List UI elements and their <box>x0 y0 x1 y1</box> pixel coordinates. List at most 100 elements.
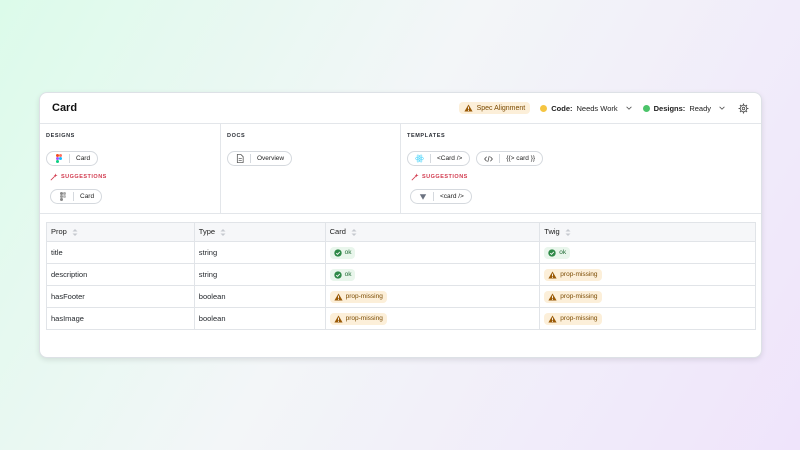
templates-suggestions-label: SUGGESTIONS <box>422 174 468 180</box>
twig-status-cell: prop-missing <box>539 285 756 308</box>
template-chip-label: <Card /> <box>437 155 463 162</box>
warning-icon <box>548 314 557 323</box>
page-title: Card <box>52 102 78 114</box>
chip-divider <box>430 154 431 163</box>
warning-icon <box>463 104 473 112</box>
type-cell: string <box>193 241 326 264</box>
prop-cell: title <box>46 241 195 264</box>
status-badge-label: ok <box>344 271 352 278</box>
status-badge-ok: ok <box>544 246 571 259</box>
props-table: Prop Type Card Twig title string ok ok descr… <box>46 222 756 330</box>
status-badge-prop-missing: prop-missing <box>329 290 387 303</box>
design-suggestion-chip-card[interactable]: Card <box>50 189 103 204</box>
designs-status-value: Ready <box>689 103 711 113</box>
templates-section: TEMPLATES <Card /> {{> card }} SUGGESTIO… <box>401 124 761 213</box>
prop-cell: hasImage <box>46 307 195 330</box>
type-cell: string <box>193 263 326 286</box>
table-row: hasFooter boolean prop-missing prop-missing <box>46 285 756 308</box>
sort-icon[interactable] <box>220 228 226 237</box>
template-chip-label: {{> card }} <box>506 155 536 162</box>
template-chip-twig[interactable]: {{> card }} <box>476 151 544 166</box>
check-circle-icon <box>333 248 342 257</box>
designs-section: DESIGNS Card SUGGESTIONS Card <box>40 124 221 213</box>
warning-icon <box>334 292 343 301</box>
warning-icon <box>334 314 343 323</box>
code-status-label: Code: <box>551 103 573 113</box>
react-icon <box>415 154 424 163</box>
status-badge-ok: ok <box>329 246 356 259</box>
status-badge-label: prop-missing <box>345 315 383 322</box>
spec-alignment-badge[interactable]: Spec Alignment <box>458 102 531 114</box>
chip-divider <box>433 192 434 201</box>
twig-icon <box>418 192 427 201</box>
status-badge-prop-missing: prop-missing <box>544 268 602 281</box>
type-cell: boolean <box>193 307 326 330</box>
prop-cell: description <box>46 263 195 286</box>
card-status-cell: prop-missing <box>324 307 541 330</box>
status-badge-label: prop-missing <box>560 293 598 300</box>
figma-icon <box>58 192 67 201</box>
designs-status-dropdown[interactable]: Designs: Ready <box>642 103 726 113</box>
chip-divider <box>69 154 70 163</box>
sort-icon[interactable] <box>351 228 357 237</box>
column-header-twig[interactable]: Twig <box>539 222 756 242</box>
card-status-cell: prop-missing <box>324 285 541 308</box>
status-badge-prop-missing: prop-missing <box>544 312 602 325</box>
status-badge-label: prop-missing <box>345 293 383 300</box>
type-cell: boolean <box>193 285 326 308</box>
code-status-dot <box>540 104 548 112</box>
designs-section-label: DESIGNS <box>46 133 75 139</box>
table-row: description string ok prop-missing <box>46 263 756 286</box>
docs-section: DOCS Overview <box>221 124 401 213</box>
header-status-bar: Spec Alignment Code: Needs Work Designs:… <box>458 102 749 114</box>
props-table-container: Prop Type Card Twig title string ok ok descr… <box>46 222 756 330</box>
status-badge-label: prop-missing <box>560 271 598 278</box>
spec-alignment-label: Spec Alignment <box>476 104 526 112</box>
doc-chip-label: Overview <box>257 155 285 162</box>
column-header-label: Type <box>198 227 216 237</box>
code-status-value: Needs Work <box>576 103 618 113</box>
template-chip-react[interactable]: <Card /> <box>407 151 471 166</box>
table-header-row: Prop Type Card Twig <box>46 222 756 242</box>
sort-icon[interactable] <box>72 228 78 237</box>
document-icon <box>235 154 244 163</box>
chip-divider <box>499 154 501 163</box>
table-row: hasImage boolean prop-missing prop-missing <box>46 307 756 330</box>
card-header: Card Spec Alignment Code: Needs Work Des… <box>40 93 761 124</box>
component-card: Card Spec Alignment Code: Needs Work Des… <box>39 92 762 358</box>
design-chip-card[interactable]: Card <box>46 151 99 166</box>
gear-icon[interactable] <box>738 103 749 114</box>
design-suggestion-label: Card <box>80 193 95 200</box>
template-suggestion-chip[interactable]: <card /> <box>410 189 472 204</box>
chip-divider <box>250 154 251 163</box>
column-header-prop[interactable]: Prop <box>46 222 195 242</box>
twig-status-cell: prop-missing <box>539 307 756 330</box>
twig-status-cell: prop-missing <box>539 263 756 286</box>
status-badge-prop-missing: prop-missing <box>544 290 602 303</box>
figma-icon <box>54 154 63 163</box>
template-suggestion-label: <card /> <box>440 193 464 200</box>
status-badge-label: ok <box>559 249 567 256</box>
chevron-down-icon <box>719 106 725 110</box>
warning-icon <box>548 292 557 301</box>
designs-suggestions-heading: SUGGESTIONS <box>50 173 107 181</box>
card-status-cell: ok <box>324 263 541 286</box>
sort-icon[interactable] <box>565 228 571 237</box>
design-chip-label: Card <box>76 155 91 162</box>
column-header-type[interactable]: Type <box>193 222 326 242</box>
docs-section-label: DOCS <box>227 133 246 139</box>
sparkle-icon <box>411 173 419 181</box>
table-row: title string ok ok <box>46 241 756 264</box>
sparkle-icon <box>50 173 58 181</box>
doc-chip-overview[interactable]: Overview <box>227 151 293 166</box>
designs-status-dot <box>642 104 650 112</box>
status-badge-label: ok <box>344 249 352 256</box>
column-header-card[interactable]: Card <box>324 222 541 242</box>
prop-cell: hasFooter <box>46 285 195 308</box>
code-status-dropdown[interactable]: Code: Needs Work <box>540 104 632 113</box>
status-badge-ok: ok <box>329 268 356 281</box>
column-header-label: Prop <box>51 227 67 237</box>
templates-section-label: TEMPLATES <box>407 133 446 139</box>
status-badge-prop-missing: prop-missing <box>329 312 387 325</box>
props-table-body: title string ok ok description string ok prop-m… <box>46 241 756 330</box>
